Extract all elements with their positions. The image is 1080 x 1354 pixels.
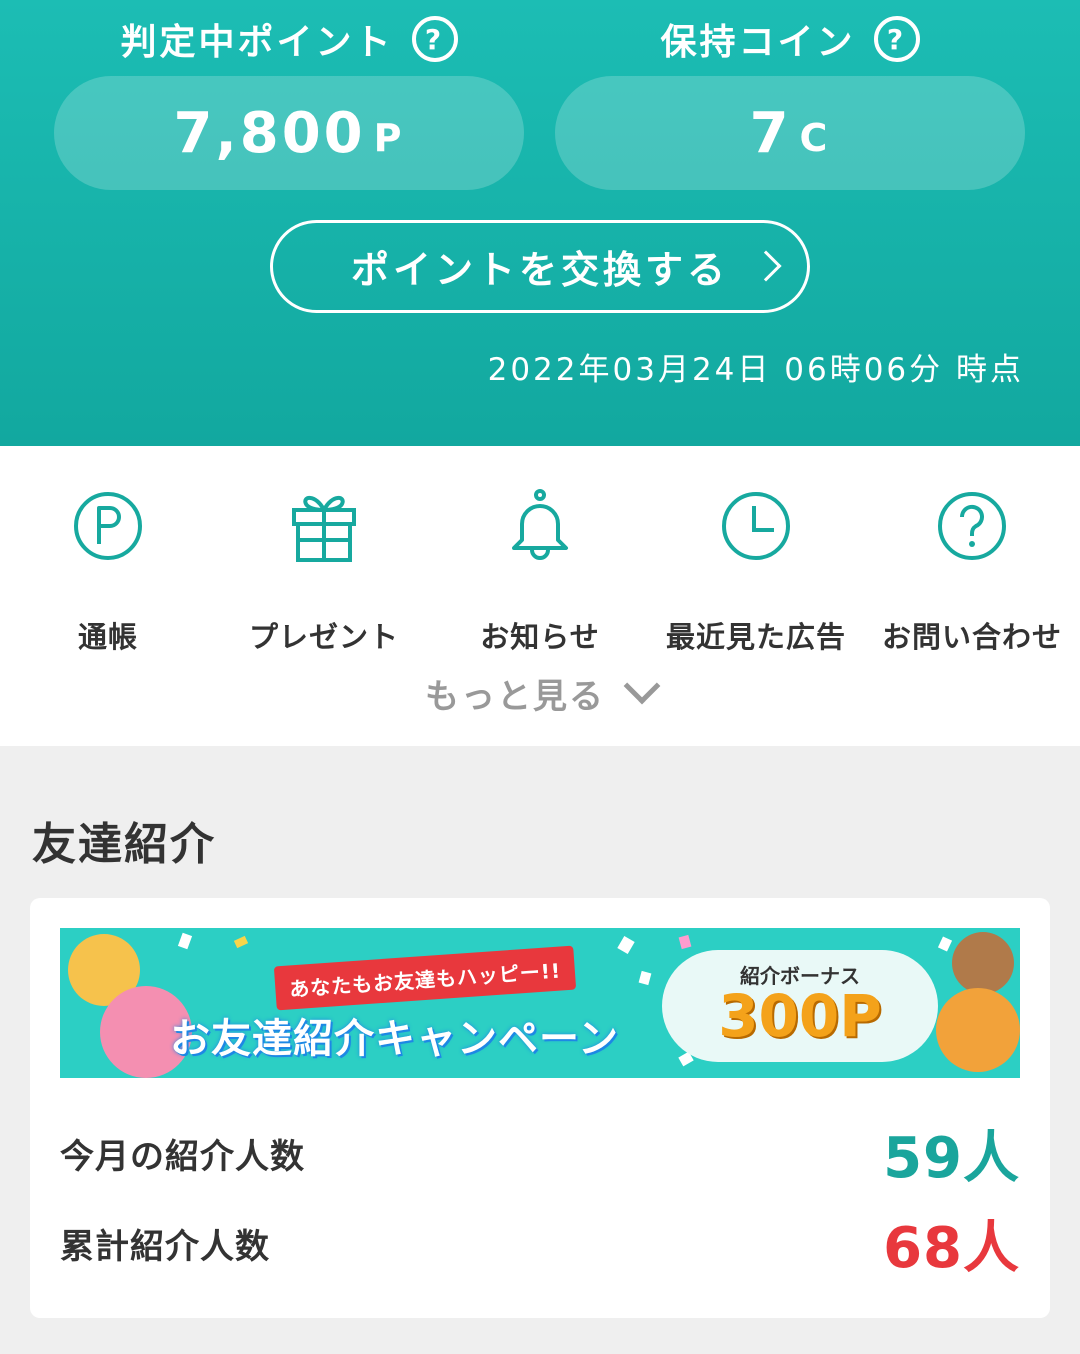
coins-help-icon[interactable]: ? <box>873 16 920 62</box>
coins-value: 7 <box>749 100 792 166</box>
this-month-referrals-label: 今月の紹介人数 <box>60 1136 305 1177</box>
menu-item-recent-ads[interactable]: 最近見た広告 <box>648 486 864 656</box>
total-referrals-value: 68人 <box>883 1215 1020 1281</box>
menu-item-label: 最近見た広告 <box>665 620 846 654</box>
coins-display: 7 C <box>555 76 1025 190</box>
as-of-timestamp: 2022年03月24日 06時06分 時点 <box>487 352 1024 388</box>
bear-mascot-icon <box>952 932 1014 994</box>
total-referrals-label: 累計紹介人数 <box>60 1226 270 1267</box>
show-more-button[interactable]: もっと見る <box>0 667 1080 718</box>
pending-points-unit: P <box>373 116 405 160</box>
menu-item-label: お問い合わせ <box>881 620 1062 654</box>
banner-bonus-badge: 紹介ボーナス 300P <box>662 950 938 1062</box>
menu-item-present[interactable]: プレゼント <box>216 486 432 656</box>
pending-points-display: 7,800 P <box>54 76 524 190</box>
referral-section-title: 友達紹介 <box>32 819 216 870</box>
p-circle-icon <box>74 492 142 560</box>
coins-unit: C <box>799 116 831 160</box>
chevron-down-icon <box>623 667 661 705</box>
gift-icon <box>292 496 356 562</box>
menu-item-notices[interactable]: お知らせ <box>432 486 648 656</box>
menu-item-label: 通帳 <box>77 620 138 654</box>
exchange-points-button[interactable]: ポイントを交換する <box>270 220 810 313</box>
menu-item-contact[interactable]: お問い合わせ <box>864 486 1080 656</box>
chevron-right-icon <box>750 250 782 282</box>
menu-item-label: プレゼント <box>248 620 399 654</box>
bell-icon <box>512 489 568 560</box>
clock-icon <box>722 492 790 560</box>
referral-campaign-banner[interactable]: あなたもお友達もハッピー!! お友達紹介キャンペーン 紹介ボーナス 300P <box>60 928 1020 1078</box>
exchange-points-label: ポイントを交換する <box>350 248 729 292</box>
total-referrals-row: 累計紹介人数 68人 <box>60 1208 1020 1281</box>
menu-item-passbook[interactable]: 通帳 <box>0 486 216 656</box>
pending-points-help-icon[interactable]: ? <box>411 16 458 62</box>
pending-points-label: 判定中ポイント <box>120 22 394 63</box>
squirrel-mascot-right-icon <box>936 988 1020 1072</box>
points-header: 判定中ポイント ? 保持コイン ? 7,800 P 7 C ポイントを交換する … <box>0 0 1080 446</box>
quick-menu: 通帳 プレゼント お知らせ 最近見た広告 お問い合わせ もっと見る <box>0 446 1080 746</box>
banner-campaign-title: お友達紹介キャンペーン <box>170 1016 619 1062</box>
show-more-label: もっと見る <box>425 676 605 717</box>
banner-bonus-value: 300P <box>718 982 882 1050</box>
this-month-referrals-value: 59人 <box>883 1125 1020 1191</box>
help-circle-icon <box>938 492 1006 560</box>
pending-points-heading: 判定中ポイント ? <box>54 14 524 64</box>
pending-points-value: 7,800 <box>173 100 366 166</box>
coins-heading: 保持コイン ? <box>555 14 1025 64</box>
this-month-referrals-row: 今月の紹介人数 59人 <box>60 1118 1020 1191</box>
coins-label: 保持コイン <box>660 22 856 63</box>
menu-item-label: お知らせ <box>480 620 600 654</box>
referral-card: あなたもお友達もハッピー!! お友達紹介キャンペーン 紹介ボーナス 300P 今… <box>30 898 1050 1318</box>
